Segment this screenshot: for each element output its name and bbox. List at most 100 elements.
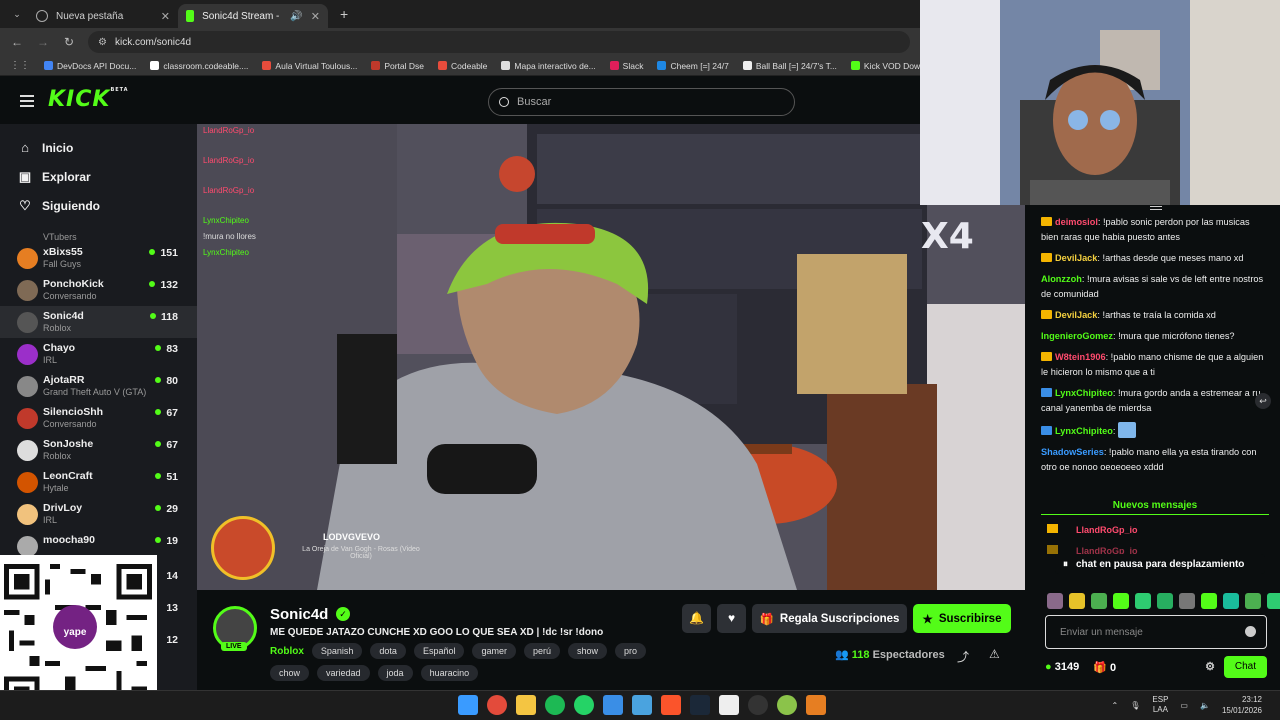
windows-start-icon[interactable] bbox=[458, 695, 478, 715]
network-icon[interactable]: ▭ bbox=[1180, 701, 1188, 710]
bookmark[interactable]: Mapa interactivo de... bbox=[501, 61, 596, 71]
report-icon[interactable]: ⚠ bbox=[989, 647, 1000, 661]
channel-name[interactable]: Sonic4d bbox=[270, 606, 328, 623]
emote-icon[interactable] bbox=[1201, 593, 1217, 609]
emoji-picker-icon[interactable] bbox=[1245, 626, 1256, 637]
site-info-icon[interactable]: ⚙ bbox=[98, 37, 107, 48]
channel-item[interactable]: LeonCraft Hytale 51 bbox=[0, 466, 197, 498]
tag[interactable]: perú bbox=[524, 643, 561, 659]
microphone-icon[interactable]: 🎙 bbox=[1130, 701, 1140, 710]
chat-resize-handle[interactable] bbox=[1150, 206, 1162, 210]
forward-icon[interactable]: → bbox=[36, 35, 50, 49]
speaker-icon[interactable]: 🔊 bbox=[290, 11, 302, 22]
tag[interactable]: variedad bbox=[317, 665, 370, 681]
obs-icon[interactable] bbox=[748, 695, 768, 715]
emote-icon[interactable] bbox=[1113, 593, 1129, 609]
emote-icon[interactable] bbox=[1267, 593, 1280, 609]
nav-siguiendo[interactable]: ♡ Siguiendo bbox=[0, 191, 197, 220]
chat-settings-icon[interactable]: ⚙ bbox=[1205, 660, 1215, 673]
photos-icon[interactable] bbox=[603, 695, 623, 715]
channel-item[interactable]: DrivLoy IRL 29 bbox=[0, 498, 197, 530]
close-tab-icon[interactable]: ✕ bbox=[161, 10, 170, 23]
emote-icon[interactable] bbox=[1047, 593, 1063, 609]
chat-paused-banner[interactable]: ⏸ chat en pausa para desplazamiento bbox=[1055, 554, 1265, 574]
share-icon[interactable]: ⤴ bbox=[957, 648, 969, 665]
overlay-chat-message: LynxChipiteo bbox=[203, 248, 249, 257]
apps-icon[interactable]: ⋮⋮ bbox=[10, 60, 30, 71]
channel-item[interactable]: xBixs55 Fall Guys 151 bbox=[0, 242, 197, 274]
nav-explorar[interactable]: ▣ Explorar bbox=[0, 162, 197, 191]
gift-count[interactable]: 🎁 0 bbox=[1093, 661, 1116, 674]
bookmark[interactable]: Cheem [=] 24/7 bbox=[657, 61, 729, 71]
bookmark[interactable]: Portal Dse bbox=[371, 61, 424, 71]
tag[interactable]: chow bbox=[270, 665, 310, 681]
app-icon[interactable] bbox=[806, 695, 826, 715]
capcut-icon[interactable] bbox=[719, 695, 739, 715]
bookmark[interactable]: Aula Virtual Toulous... bbox=[262, 61, 357, 71]
emote-icon[interactable] bbox=[1179, 593, 1195, 609]
chat-message-input[interactable]: Enviar un mensaje bbox=[1045, 615, 1267, 649]
channel-item[interactable]: Sonic4d Roblox 118 bbox=[0, 306, 197, 338]
whatsapp-icon[interactable] bbox=[574, 695, 594, 715]
tag[interactable]: show bbox=[568, 643, 608, 659]
bookmark[interactable]: classroom.codeable.... bbox=[150, 61, 248, 71]
search-input[interactable]: Buscar bbox=[488, 88, 795, 116]
emote-icon[interactable] bbox=[1245, 593, 1261, 609]
nav-inicio[interactable]: ⌂ Inicio bbox=[0, 133, 197, 162]
clock[interactable]: 23:12 15/01/2026 bbox=[1222, 694, 1262, 716]
url-field[interactable]: ⚙ kick.com/sonic4d bbox=[88, 31, 910, 53]
tag[interactable]: Spanish bbox=[311, 643, 363, 659]
channel-item[interactable]: Chayo IRL 83 bbox=[0, 338, 197, 370]
channel-item[interactable]: SilencioShh Conversando 67 bbox=[0, 402, 197, 434]
tab-new-tab[interactable]: Nueva pestaña ✕ bbox=[28, 4, 178, 28]
steam-icon[interactable] bbox=[690, 695, 710, 715]
chevron-up-icon[interactable]: ⌃ bbox=[1112, 701, 1119, 710]
kick-logo[interactable]: KICKBETA bbox=[48, 87, 129, 112]
emote-icon[interactable] bbox=[1157, 593, 1173, 609]
tag[interactable]: Español bbox=[413, 643, 465, 659]
menu-icon[interactable] bbox=[20, 95, 34, 107]
reply-icon[interactable]: ↩ bbox=[1255, 393, 1271, 409]
close-tab-icon[interactable]: ✕ bbox=[311, 10, 320, 23]
volume-icon[interactable]: 🔈 bbox=[1200, 701, 1210, 710]
chat-send-button[interactable]: Chat bbox=[1223, 656, 1267, 678]
emote-icon[interactable] bbox=[1069, 593, 1085, 609]
emote-icon[interactable] bbox=[1135, 593, 1151, 609]
back-icon[interactable]: ← bbox=[10, 35, 24, 49]
notification-bell-button[interactable]: 🔔 bbox=[682, 604, 711, 633]
channel-item[interactable]: AjotaRR Grand Theft Auto V (GTA) 80 bbox=[0, 370, 197, 402]
emote-icon[interactable] bbox=[1091, 593, 1107, 609]
category-link[interactable]: Roblox bbox=[270, 646, 304, 657]
spotify-icon[interactable] bbox=[545, 695, 565, 715]
language-indicator[interactable]: ESP LAA bbox=[1152, 695, 1168, 715]
reload-icon[interactable]: ↻ bbox=[62, 35, 76, 49]
bookmark[interactable]: Codeable bbox=[438, 61, 487, 71]
bookmark[interactable]: Slack bbox=[609, 61, 643, 71]
emote-icon[interactable] bbox=[1223, 593, 1239, 609]
bookmark[interactable]: Kick VOD Download... bbox=[850, 61, 920, 71]
channel-item[interactable]: PonchoKick Conversando 132 bbox=[0, 274, 197, 306]
bookmark[interactable]: DevDocs API Docu... bbox=[44, 61, 136, 71]
subscribe-button[interactable]: ★ Suscribirse bbox=[913, 604, 1011, 633]
video-player[interactable]: LlandRoGp_io LlandRoGp_io LlandRoGp_io L… bbox=[197, 124, 1025, 590]
tag[interactable]: gamer bbox=[472, 643, 516, 659]
live-badge: LIVE bbox=[221, 642, 247, 651]
gift-subscriptions-button[interactable]: 🎁 Regala Suscripciones bbox=[752, 604, 907, 633]
stream-info: LIVE Sonic4d ✓ ME QUEDE JATAZO CUNCHE XD… bbox=[197, 590, 1025, 690]
new-tab-button[interactable]: + bbox=[340, 6, 348, 22]
chat-app-icon[interactable] bbox=[777, 695, 797, 715]
tag[interactable]: dota bbox=[370, 643, 406, 659]
bookmark[interactable]: Ball Ball [=] 24/7's T... bbox=[742, 61, 837, 71]
tag[interactable]: pro bbox=[615, 643, 647, 659]
tag[interactable]: joda bbox=[377, 665, 413, 681]
tab-list-icon[interactable]: ⌄ bbox=[6, 9, 28, 20]
brave-icon[interactable] bbox=[661, 695, 681, 715]
follow-button[interactable]: ♥ bbox=[717, 604, 746, 633]
file-explorer-icon[interactable] bbox=[516, 695, 536, 715]
chrome-icon[interactable] bbox=[487, 695, 507, 715]
notepad-icon[interactable] bbox=[632, 695, 652, 715]
channel-item[interactable]: SonJoshe Roblox 67 bbox=[0, 434, 197, 466]
tab-sonic4d[interactable]: Sonic4d Stream - Watch Li 🔊 ✕ bbox=[178, 4, 328, 28]
tag[interactable]: huaracino bbox=[420, 665, 479, 681]
channel-points[interactable]: ● 3149 bbox=[1045, 661, 1079, 673]
